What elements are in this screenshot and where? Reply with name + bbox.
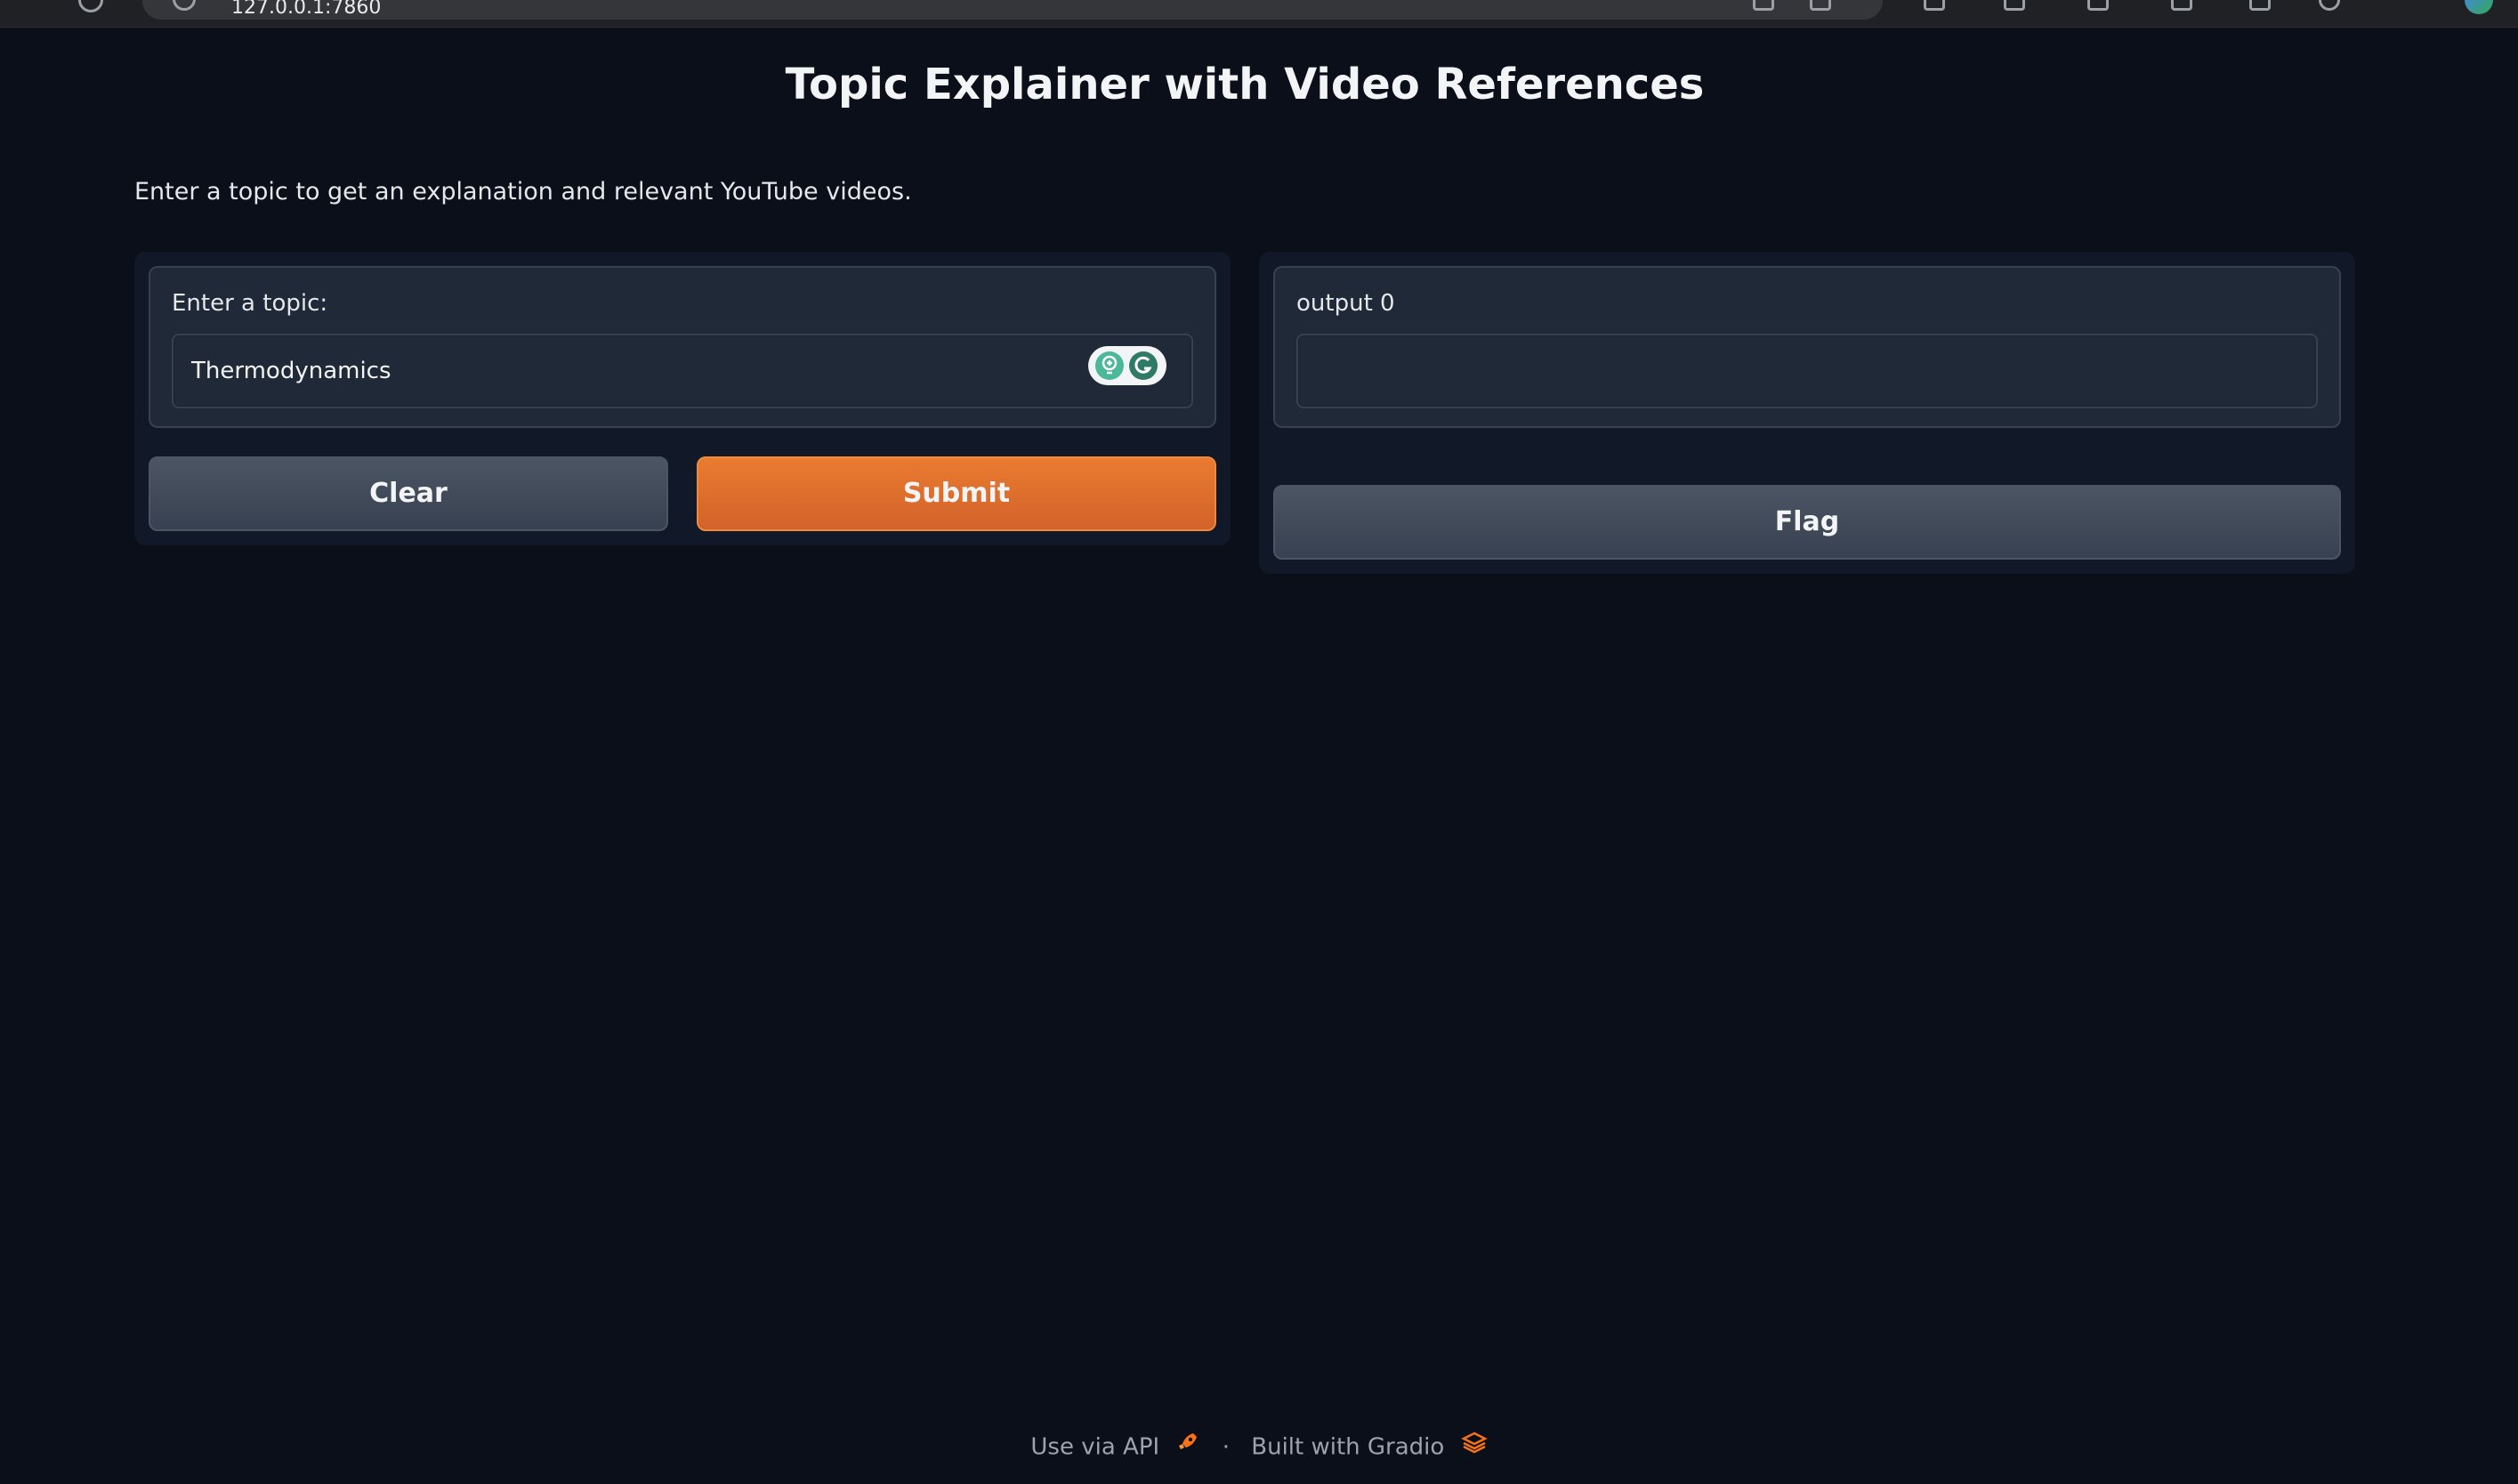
grammarly-bulb-icon[interactable] xyxy=(1095,351,1124,380)
history-icon[interactable] xyxy=(2319,0,2340,11)
page-title: Topic Explainer with Video References xyxy=(785,60,1705,109)
site-info-icon[interactable] xyxy=(173,0,196,11)
address-bar-url: 127.0.0.1:7860 xyxy=(231,0,382,19)
output-textbox[interactable] xyxy=(1296,334,2318,408)
footer: Use via API · Built with Gradio xyxy=(0,1429,2518,1465)
address-bar[interactable]: 127.0.0.1:7860 xyxy=(142,0,1883,20)
profile-avatar-icon[interactable] xyxy=(2465,0,2493,14)
split-view-icon[interactable] xyxy=(2004,0,2025,11)
output-label: output 0 xyxy=(1296,290,1395,317)
pen-icon[interactable] xyxy=(2087,0,2109,11)
grammarly-icon[interactable] xyxy=(1088,346,1166,385)
rocket-icon xyxy=(1175,1430,1200,1465)
clear-button[interactable]: Clear xyxy=(149,456,668,531)
translate-icon[interactable] xyxy=(1753,0,1774,11)
topic-input-label: Enter a topic: xyxy=(172,290,328,317)
input-panel: Enter a topic: Thermodynamics Clear Subm… xyxy=(134,252,1231,545)
gradio-logo-icon xyxy=(1460,1430,1488,1465)
grammarly-logo-icon[interactable] xyxy=(1129,351,1158,380)
extension-icon[interactable] xyxy=(1924,0,1945,11)
bookmark-star-icon[interactable] xyxy=(1810,0,1831,11)
topic-input-block: Enter a topic: Thermodynamics xyxy=(149,266,1216,428)
built-with-gradio-link[interactable]: Built with Gradio xyxy=(1251,1434,1444,1461)
output-block: output 0 xyxy=(1273,266,2341,428)
reload-icon[interactable] xyxy=(78,0,103,12)
topic-input[interactable]: Thermodynamics xyxy=(172,334,1193,408)
shield-icon[interactable] xyxy=(2249,0,2271,11)
browser-toolbar: 127.0.0.1:7860 xyxy=(0,0,2518,28)
use-via-api-link[interactable]: Use via API xyxy=(1030,1434,1159,1461)
puzzle-icon[interactable] xyxy=(2171,0,2192,11)
output-panel: output 0 Flag xyxy=(1259,252,2355,574)
flag-button[interactable]: Flag xyxy=(1273,485,2341,560)
footer-separator: · xyxy=(1222,1433,1230,1461)
submit-button[interactable]: Submit xyxy=(697,456,1216,531)
page-description: Enter a topic to get an explanation and … xyxy=(134,178,912,206)
topic-input-value[interactable]: Thermodynamics xyxy=(191,355,391,387)
